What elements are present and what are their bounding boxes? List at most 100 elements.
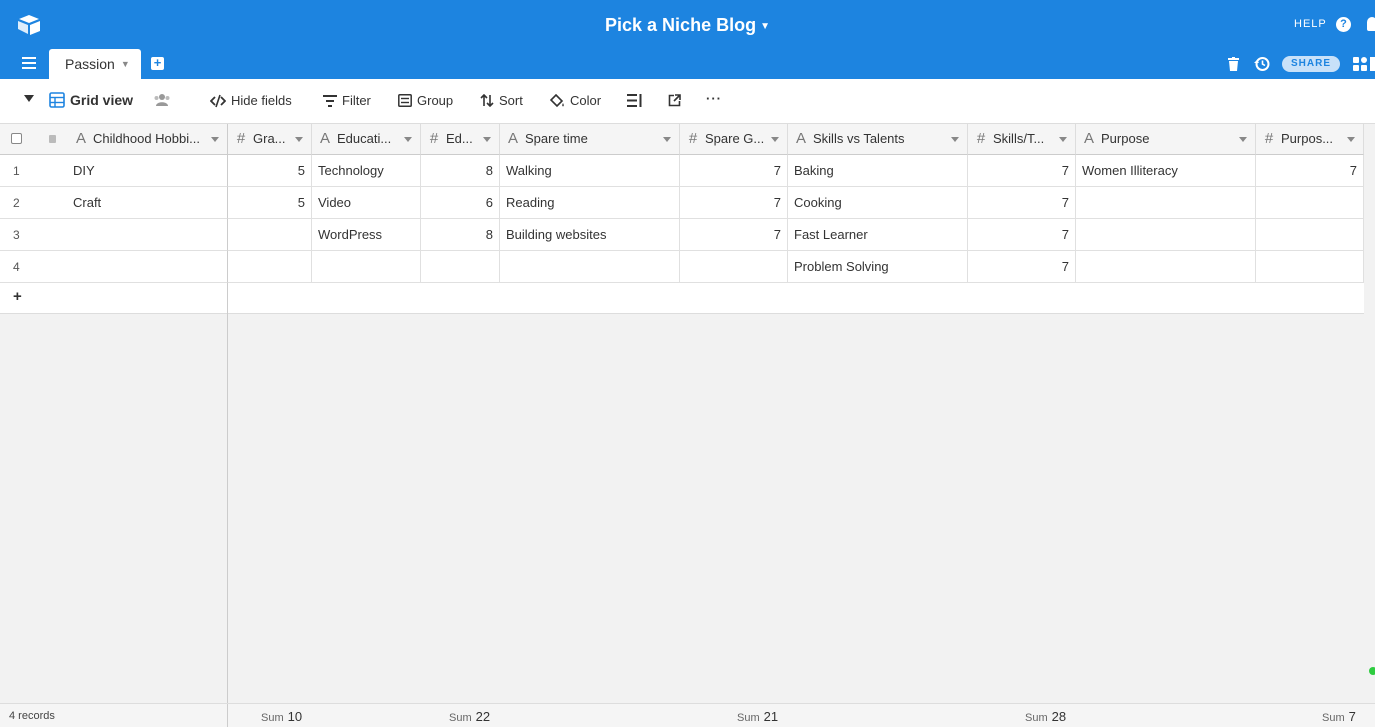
text-field-icon: A (319, 130, 330, 147)
table-cell[interactable]: Building websites (500, 219, 680, 251)
status-indicator (1369, 667, 1375, 675)
history-icon[interactable] (1254, 56, 1270, 72)
share-button[interactable]: SHARE (1282, 56, 1340, 72)
table-cell[interactable] (500, 251, 680, 283)
color-button[interactable]: Color (550, 93, 601, 108)
sum-skills-t[interactable]: Sum 28 (1025, 709, 1066, 724)
add-table-button[interactable]: + (151, 56, 164, 70)
table-cell[interactable]: 5 (228, 155, 312, 187)
table-cell[interactable]: Technology (312, 155, 421, 187)
table-cell[interactable] (1256, 219, 1364, 251)
chevron-down-icon[interactable] (483, 136, 491, 142)
sum-spare-g[interactable]: Sum 21 (737, 709, 778, 724)
table-cell[interactable]: Reading (500, 187, 680, 219)
chevron-down-icon[interactable] (771, 136, 779, 142)
chevron-down-icon[interactable] (1239, 136, 1247, 142)
column-header-skills-vs-talents[interactable]: A Skills vs Talents (788, 124, 968, 155)
table-cell[interactable]: Fast Learner (788, 219, 968, 251)
column-header-skills-t[interactable]: # Skills/T... (968, 124, 1076, 155)
table-cell[interactable] (67, 251, 228, 283)
summary-bar: 4 records Sum 10 Sum 22 Sum 21 Sum 28 Sum 7 (0, 703, 1375, 727)
table-cell[interactable] (1256, 187, 1364, 219)
chevron-down-icon[interactable] (951, 136, 959, 142)
table-cell[interactable]: 7 (968, 251, 1076, 283)
table-cell[interactable] (312, 251, 421, 283)
table-cell[interactable]: 5 (228, 187, 312, 219)
table-cell[interactable] (228, 219, 312, 251)
help-link[interactable]: HELP (1294, 18, 1327, 30)
table-cell[interactable] (228, 251, 312, 283)
table-cell[interactable]: 7 (680, 155, 788, 187)
table-cell[interactable]: 8 (421, 219, 500, 251)
chevron-down-icon[interactable] (404, 136, 412, 142)
table-cell[interactable]: 8 (421, 155, 500, 187)
view-selector[interactable]: Grid view (49, 92, 133, 108)
chevron-down-icon[interactable] (211, 136, 219, 142)
number-field-icon: # (429, 130, 439, 147)
sum-ed[interactable]: Sum 22 (449, 709, 490, 724)
chevron-down-icon[interactable] (295, 136, 303, 142)
sort-button[interactable]: Sort (480, 93, 523, 108)
table-cell[interactable]: 7 (968, 155, 1076, 187)
table-cell[interactable]: 7 (968, 219, 1076, 251)
filter-button[interactable]: Filter (323, 93, 371, 108)
hide-fields-label: Hide fields (231, 93, 292, 108)
table-tab-passion[interactable]: Passion ▼ (49, 49, 141, 79)
add-record-button[interactable]: + (13, 288, 22, 305)
chevron-down-icon[interactable] (663, 136, 671, 142)
table-cell[interactable]: Walking (500, 155, 680, 187)
table-cell[interactable]: 7 (680, 187, 788, 219)
table-cell[interactable]: 7 (680, 219, 788, 251)
column-header-purpose-score[interactable]: # Purpos... (1256, 124, 1364, 155)
column-divider (227, 283, 228, 314)
table-cell[interactable]: Video (312, 187, 421, 219)
table-cell[interactable] (1076, 251, 1256, 283)
apps-icon[interactable] (1353, 56, 1375, 72)
table-cell[interactable] (1256, 251, 1364, 283)
help-icon[interactable]: ? (1336, 17, 1351, 32)
table-cell[interactable]: 7 (1256, 155, 1364, 187)
table-cell[interactable]: DIY (67, 155, 228, 187)
chevron-down-icon[interactable] (1059, 136, 1067, 142)
table-cell[interactable]: 7 (968, 187, 1076, 219)
column-header-education[interactable]: A Educati... (312, 124, 421, 155)
table-cell[interactable]: Baking (788, 155, 968, 187)
table-cell[interactable]: Craft (67, 187, 228, 219)
view-switcher-toggle-icon[interactable] (24, 95, 34, 102)
sum-purpose-score[interactable]: Sum 7 (1322, 709, 1356, 724)
row-height-icon[interactable] (627, 94, 642, 107)
column-header-ed[interactable]: # Ed... (421, 124, 500, 155)
table-cell[interactable] (1076, 219, 1256, 251)
number-field-icon: # (1264, 130, 1274, 147)
add-record-row[interactable] (0, 283, 1364, 314)
table-cell[interactable] (680, 251, 788, 283)
hide-fields-button[interactable]: Hide fields (210, 93, 292, 108)
select-all-checkbox[interactable] (11, 133, 22, 144)
more-options-button[interactable]: ··· (706, 91, 722, 106)
column-header-spare-time[interactable]: A Spare time (500, 124, 680, 155)
table-cell[interactable]: WordPress (312, 219, 421, 251)
sum-gra[interactable]: Sum 10 (261, 709, 302, 724)
table-cell[interactable]: Problem Solving (788, 251, 968, 283)
base-title[interactable]: Pick a Niche Blog ▼ (0, 15, 1375, 36)
column-header-purpose[interactable]: A Purpose (1076, 124, 1256, 155)
table-cell[interactable] (1076, 187, 1256, 219)
sum-value: 21 (763, 709, 779, 724)
chevron-down-icon[interactable]: ▼ (121, 59, 130, 69)
table-cell[interactable]: Women Illiteracy (1076, 155, 1256, 187)
number-field-icon: # (236, 130, 246, 147)
group-button[interactable]: Group (398, 93, 453, 108)
table-cell[interactable]: Cooking (788, 187, 968, 219)
table-cell[interactable] (421, 251, 500, 283)
menu-icon[interactable] (22, 57, 36, 69)
column-header-gra[interactable]: # Gra... (228, 124, 312, 155)
table-cell[interactable] (67, 219, 228, 251)
collaborators-icon[interactable] (153, 93, 171, 107)
share-view-icon[interactable] (668, 94, 681, 107)
column-header-spare-g[interactable]: # Spare G... (680, 124, 788, 155)
trash-icon[interactable] (1228, 57, 1239, 71)
column-header-childhood-hobbies[interactable]: A Childhood Hobbi... (68, 124, 228, 155)
chevron-down-icon[interactable] (1347, 136, 1355, 142)
notification-bell-icon[interactable] (1367, 17, 1375, 31)
table-cell[interactable]: 6 (421, 187, 500, 219)
